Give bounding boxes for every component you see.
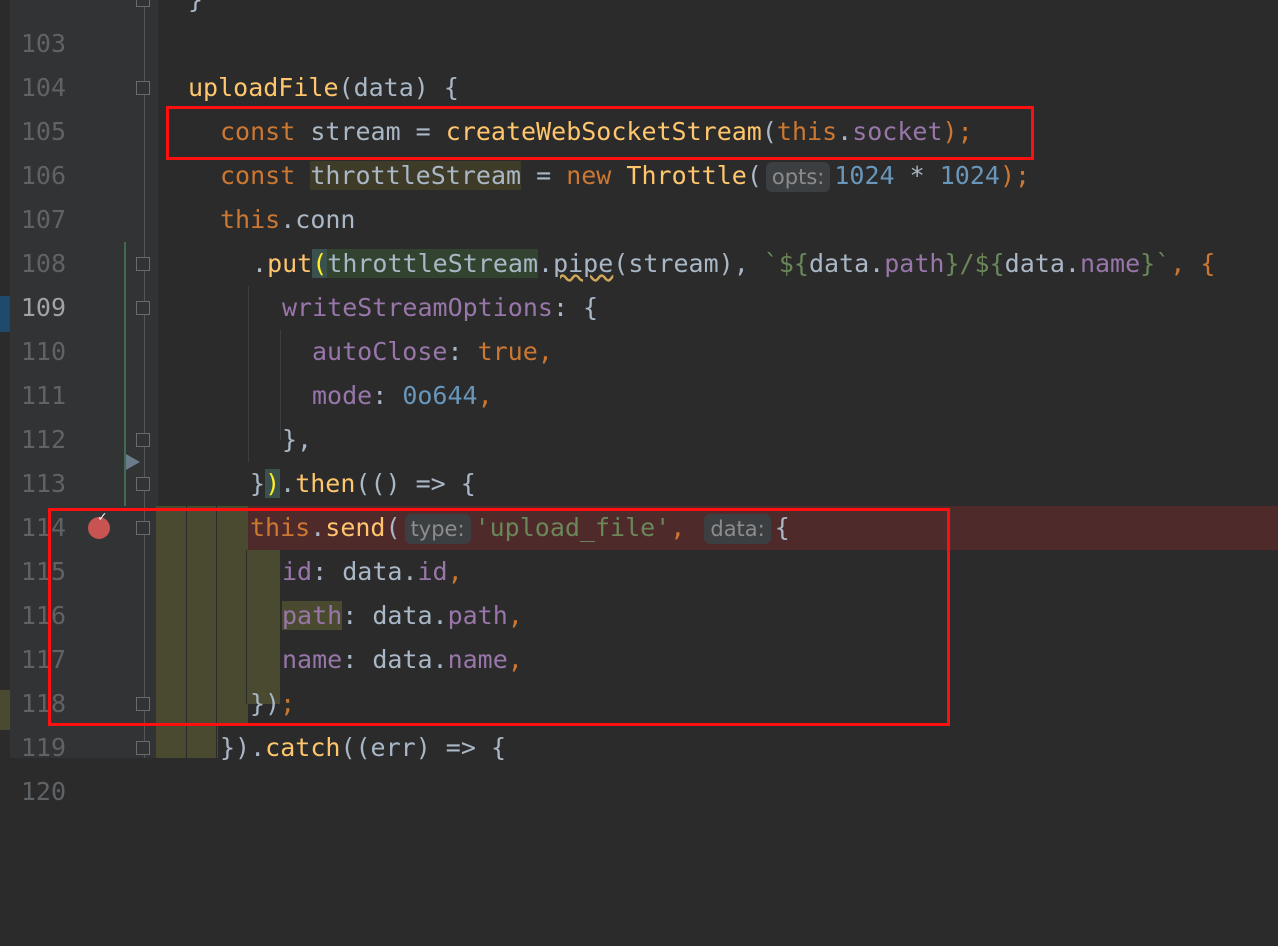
- code-text: uploadFile(data) {: [188, 66, 459, 110]
- code-text: writeStreamOptions: {: [282, 286, 598, 330]
- code-line[interactable]: 105 uploadFile(data) {: [0, 66, 1278, 146]
- operator: =: [521, 161, 567, 190]
- code-line[interactable]: 111 autoClose: true,: [0, 330, 1278, 410]
- property: autoClose: [312, 337, 448, 366]
- code-line[interactable]: 114 }).then(() => {: [0, 454, 1278, 542]
- fold-marker-icon[interactable]: [136, 257, 150, 271]
- function-name: uploadFile: [188, 73, 339, 102]
- member-access: .conn: [280, 205, 356, 234]
- code-line[interactable]: 110 writeStreamOptions: {: [0, 286, 1278, 366]
- punctuation: : {: [552, 293, 599, 322]
- number: 1024: [834, 161, 895, 190]
- code-line[interactable]: 113 },: [0, 418, 1278, 498]
- code-line[interactable]: 107 const throttleStream = new Throttle(…: [0, 154, 1278, 234]
- punctuation: .: [869, 249, 885, 278]
- code-line[interactable]: 103 }: [0, 0, 1278, 58]
- boolean-literal: true: [477, 337, 538, 366]
- number: 1024: [939, 161, 1000, 190]
- keyword: const: [220, 161, 296, 190]
- variable-highlighted: throttleStream: [327, 249, 538, 278]
- fold-arrow-icon: [126, 454, 140, 470]
- annotation-box-send: [48, 508, 950, 726]
- matched-bracket: ): [265, 469, 281, 498]
- line-number: 120: [20, 777, 66, 806]
- keyword: new: [566, 161, 612, 190]
- punctuation: }: [250, 469, 266, 498]
- code-text: }).catch((err) => {: [220, 726, 506, 770]
- annotation-box-stream: [166, 106, 1034, 160]
- function-name: then: [295, 469, 356, 498]
- punctuation: .: [1064, 249, 1080, 278]
- function-args: (data) {: [338, 73, 459, 102]
- code-text: }: [188, 0, 203, 22]
- code-text: autoClose: true,: [312, 330, 553, 374]
- fold-marker-icon[interactable]: [136, 433, 150, 447]
- matched-bracket: (: [312, 249, 328, 278]
- punctuation: .: [538, 249, 554, 278]
- number: 0o644: [402, 381, 478, 410]
- function-name: put: [267, 249, 313, 278]
- template-string: `${: [763, 249, 809, 278]
- code-editor[interactable]: 103 } 104 105 uploadFile(data) { 106 con…: [0, 0, 1278, 806]
- punctuation: , {: [1170, 249, 1216, 278]
- punctuation: (: [746, 161, 762, 190]
- code-text: const throttleStream = new Throttle(opts…: [220, 154, 1030, 198]
- code-text: },: [282, 425, 313, 454]
- template-expression: data: [1004, 249, 1065, 278]
- variable-highlighted: throttleStream: [310, 161, 522, 190]
- template-string: }/${: [944, 249, 1005, 278]
- arrow-function: (() => {: [355, 469, 476, 498]
- fold-marker-icon[interactable]: [136, 301, 150, 315]
- template-expression: data: [808, 249, 870, 278]
- code-text: mode: 0o644,: [312, 374, 493, 418]
- punctuation: :: [372, 381, 403, 410]
- punctuation: );: [999, 161, 1031, 190]
- punctuation: .: [280, 469, 296, 498]
- call-args: (stream),: [613, 249, 764, 278]
- punctuation: ,: [537, 337, 553, 366]
- code-text: .put(throttleStream.pipe(stream), `${dat…: [252, 242, 1215, 286]
- code-line-current[interactable]: 109 .put(throttleStream.pipe(stream), `$…: [0, 242, 1278, 322]
- property: name: [1079, 249, 1141, 278]
- code-line[interactable]: 112 mode: 0o644,: [0, 374, 1278, 454]
- punctuation: .: [252, 249, 268, 278]
- punctuation: ,: [477, 381, 493, 410]
- property: mode: [312, 381, 373, 410]
- code-line[interactable]: 120 }).catch((err) => {: [0, 726, 1278, 806]
- fold-marker-icon[interactable]: [136, 81, 150, 95]
- fold-marker-icon[interactable]: [136, 477, 150, 491]
- property: path: [884, 249, 945, 278]
- punctuation: :: [447, 337, 478, 366]
- code-line[interactable]: 108 this.conn: [0, 198, 1278, 278]
- code-text: this.conn: [220, 198, 355, 242]
- fold-marker-icon[interactable]: [136, 0, 150, 7]
- code-line[interactable]: 104: [0, 22, 1278, 102]
- operator: *: [894, 161, 940, 190]
- parameter-hint: opts:: [765, 162, 831, 192]
- method-name: pipe: [553, 249, 614, 278]
- property: writeStreamOptions: [282, 293, 553, 322]
- keyword: this: [220, 205, 281, 234]
- class-name: Throttle: [626, 161, 747, 190]
- template-string: }`: [1140, 249, 1171, 278]
- code-text: }).then(() => {: [250, 462, 476, 506]
- fold-marker-icon[interactable]: [136, 741, 150, 755]
